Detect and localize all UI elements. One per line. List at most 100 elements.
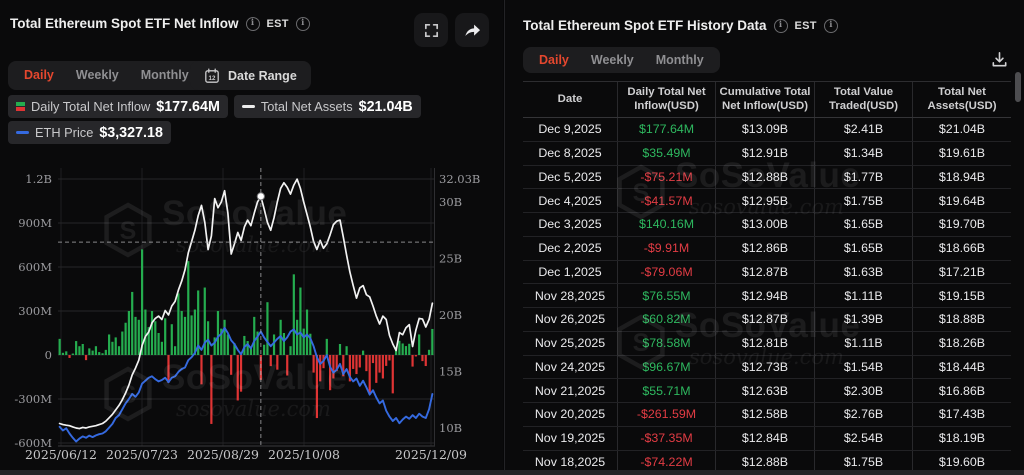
legend-label: ETH Price [35,125,94,140]
chart-period-tabs: Daily Weekly Monthly [8,61,205,90]
table-row: Nov 18,2025 -$74.22M $12.88B $1.75B $19.60B [523,450,1011,471]
cell-date: Nov 26,2025 [523,308,618,331]
svg-text:2025/06/12: 2025/06/12 [25,447,97,462]
cell-cumulative: $12.94B [716,284,815,307]
inflow-bars-icon [16,101,25,112]
cell-date: Dec 5,2025 [523,165,618,189]
table-row: Nov 21,2025 $55.71M $12.63B $2.30B $16.86B [523,379,1011,403]
cell-cumulative: $12.84B [716,426,815,450]
chart-legend-row: Daily Total Net Inflow $177.64M Total Net … [8,95,421,118]
cell-traded: $1.65B [815,213,913,236]
cell-cumulative: $12.88B [716,450,815,471]
cell-inflow: -$74.22M [618,450,716,471]
info-icon[interactable]: i [245,16,260,31]
cell-traded: $1.39B [815,308,913,331]
vertical-scrollbar[interactable] [1015,72,1021,102]
cell-traded: $1.75B [815,189,913,212]
history-table: Date Daily Total Net Inflow(USD) Cumulativ… [523,81,1011,471]
share-icon [464,24,480,36]
column-header: Date [523,82,618,117]
cell-cumulative: $12.88B [716,165,815,189]
download-button[interactable] [986,46,1012,72]
svg-text:2025/10/08: 2025/10/08 [268,447,340,462]
tab-daily[interactable]: Daily [528,54,580,67]
cell-traded: $1.77B [815,165,913,189]
info-icon[interactable]: i [823,18,838,33]
table-row: Dec 2,2025 -$9.91M $12.86B $1.65B $18.66B [523,236,1011,261]
svg-text:300M: 300M [18,304,52,318]
fullscreen-button[interactable] [414,13,448,47]
cell-date: Nov 25,2025 [523,331,618,355]
timezone-label: EST [794,19,817,32]
horizontal-scrollbar[interactable] [0,470,1024,475]
cell-cumulative: $12.63B [716,379,815,402]
legend-chip-daily-total-net-inflow[interactable]: Daily Total Net Inflow $177.64M [8,95,228,118]
column-header: Daily Total Net Inflow(USD) [618,82,716,117]
cell-inflow: -$9.91M [618,236,716,260]
cell-traded: $1.54B [815,355,913,379]
chart-title-row: Total Ethereum Spot ETF Net Inflow i EST… [10,16,310,31]
cell-date: Nov 28,2025 [523,284,618,307]
table-row: Nov 19,2025 -$37.35M $12.84B $2.54B $18.19B [523,426,1011,451]
svg-text:2025/07/23: 2025/07/23 [106,447,178,462]
table-row: Dec 4,2025 -$41.57M $12.95B $1.75B $19.64B [523,189,1011,213]
cell-assets: $17.43B [938,407,986,422]
dashboard: 1.2B 900M 600M 300M 0 -300M -600M 32.03B 30B 25B 2… [0,0,1024,475]
tab-weekly[interactable]: Weekly [580,54,645,67]
cell-date: Nov 19,2025 [523,426,618,450]
cell-assets: $18.66B [938,241,986,256]
chart-legend-row: ETH Price $3,327.18 [8,121,171,144]
table-row: Dec 5,2025 -$75.21M $12.88B $1.77B $18.94B [523,165,1011,190]
cell-traded: $1.11B [815,331,913,355]
info-icon[interactable]: i [295,16,310,31]
net-inflow-chart-panel: 1.2B 900M 600M 300M 0 -300M -600M 32.03B 30B 25B 2… [0,0,503,475]
cell-date: Dec 8,2025 [523,141,618,165]
cell-date: Dec 3,2025 [523,213,618,236]
cell-traded: $1.11B [815,284,913,307]
date-range-button[interactable]: 12 Date Range [190,61,311,90]
assets-line-icon [241,104,255,109]
cell-assets: $21.04B [938,122,986,137]
table-row: Nov 20,2025 -$261.59M $12.58B $2.76B $17.43B [523,403,1011,427]
table-row: Nov 25,2025 $78.58M $12.81B $1.11B $18.26B [523,331,1011,356]
cell-inflow: -$79.06M [618,260,716,284]
cell-date: Nov 18,2025 [523,450,618,471]
calendar-icon: 12 [205,68,219,83]
table-row: Nov 24,2025 $96.67M $12.73B $1.54B $18.44B [523,355,1011,380]
history-data-panel: Total Ethereum Spot ETF History Data i E… [504,0,1024,475]
svg-text:32.03B: 32.03B [439,172,480,186]
svg-text:600M: 600M [18,260,52,274]
tab-daily[interactable]: Daily [13,69,65,82]
info-icon[interactable]: i [773,18,788,33]
cell-date: Nov 24,2025 [523,355,618,379]
share-button[interactable] [455,13,489,47]
table-row: Nov 28,2025 $76.55M $12.94B $1.11B $19.15B [523,284,1011,308]
legend-label: Total Net Assets [260,99,353,114]
tab-weekly[interactable]: Weekly [65,69,130,82]
svg-text:10B: 10B [439,421,462,435]
cell-traded: $1.75B [815,450,913,471]
download-icon [992,51,1006,66]
cell-date: Dec 1,2025 [523,260,618,284]
cell-cumulative: $13.09B [716,118,815,141]
svg-text:30B: 30B [439,195,462,209]
table-row: Dec 9,2025 $177.64M $13.09B $2.41B $21.04B [523,118,1011,142]
cell-assets: $16.86B [938,383,986,398]
legend-chip-eth-price[interactable]: ETH Price $3,327.18 [8,121,171,144]
legend-chip-total-net-assets[interactable]: Total Net Assets $21.04B [233,95,421,118]
cell-date: Dec 4,2025 [523,189,618,212]
column-header: Total Net Assets(USD) [927,85,997,112]
cell-traded: $2.30B [815,379,913,402]
cell-inflow: $76.55M [618,284,716,307]
eth-line-icon [16,130,29,135]
cell-inflow: -$75.21M [618,165,716,189]
svg-text:12: 12 [209,75,216,82]
cell-traded: $2.54B [815,426,913,450]
tab-monthly[interactable]: Monthly [645,54,715,67]
svg-text:-300M: -300M [14,392,52,406]
cell-date: Nov 21,2025 [523,379,618,402]
cell-inflow: $96.67M [618,355,716,379]
cell-date: Dec 9,2025 [523,118,618,141]
date-range-label: Date Range [228,68,297,83]
cell-inflow: $177.64M [618,118,716,141]
